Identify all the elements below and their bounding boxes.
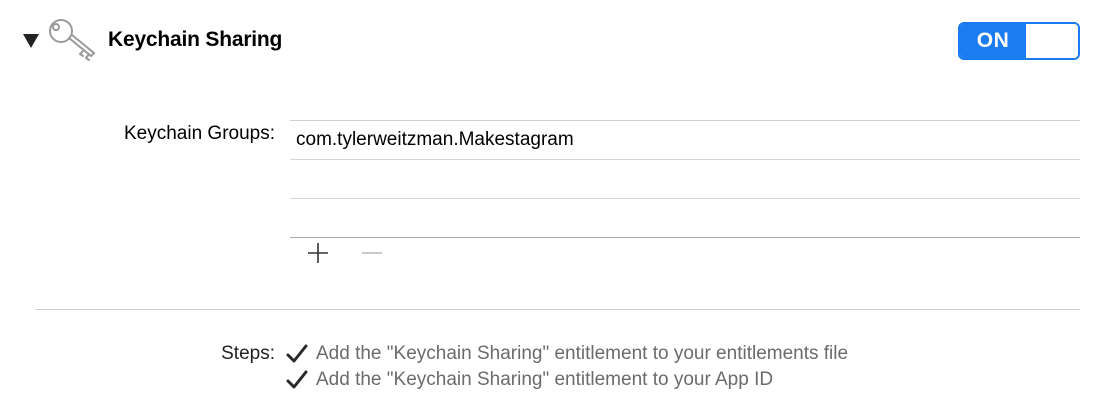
add-group-button[interactable] — [303, 238, 333, 268]
toggle-label: ON — [976, 29, 1010, 52]
step-text: Add the "Keychain Sharing" entitlement t… — [316, 343, 849, 364]
keychain-groups-label: Keychain Groups: — [123, 123, 275, 144]
toggle-knob — [1026, 24, 1078, 58]
step-text: Add the "Keychain Sharing" entitlement t… — [316, 369, 774, 390]
list-item[interactable] — [290, 199, 1080, 238]
section-title: Keychain Sharing — [108, 28, 283, 51]
checkmark-icon — [286, 344, 308, 363]
section-divider — [36, 309, 1080, 310]
list-item[interactable]: com.tylerweitzman.Makestagram — [290, 121, 1080, 160]
step-item: Add the "Keychain Sharing" entitlement t… — [286, 367, 773, 393]
plus-icon — [308, 243, 328, 263]
steps-label: Steps: — [221, 343, 275, 364]
toggle-on-segment: ON — [960, 24, 1026, 58]
disclosure-triangle-down-icon[interactable] — [23, 34, 39, 48]
remove-group-button[interactable] — [357, 238, 387, 268]
key-icon — [46, 16, 100, 68]
checkmark-icon — [286, 370, 308, 389]
list-item[interactable] — [290, 160, 1080, 199]
capability-toggle[interactable]: ON — [958, 22, 1080, 60]
step-item: Add the "Keychain Sharing" entitlement t… — [286, 341, 848, 367]
minus-icon — [362, 252, 382, 254]
keychain-groups-list: com.tylerweitzman.Makestagram — [290, 120, 1080, 239]
